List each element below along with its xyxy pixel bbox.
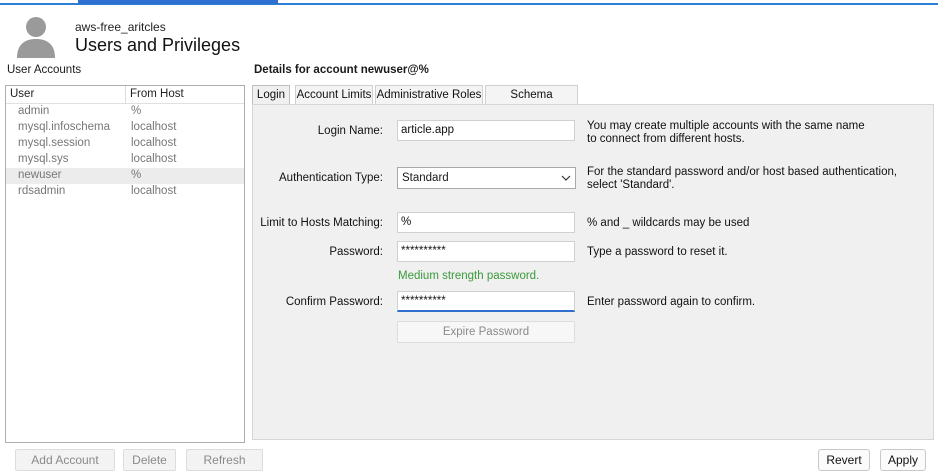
user-accounts-list[interactable]: User From Host admin % mysql.infoschema … — [5, 85, 245, 443]
apply-button[interactable]: Apply — [880, 449, 926, 471]
user-row[interactable]: mysql.sys localhost — [6, 152, 244, 168]
user-host: localhost — [131, 153, 177, 165]
page-title: Users and Privileges — [75, 35, 241, 55]
user-host: % — [131, 105, 142, 117]
user-list-header: User From Host — [6, 86, 244, 104]
tab-administrative-roles[interactable]: Administrative Roles — [375, 85, 483, 105]
user-host: localhost — [131, 185, 177, 197]
auth-type-hint: For the standard password and/or host ba… — [587, 166, 917, 192]
login-panel — [252, 104, 934, 440]
hint-line: select 'Standard'. — [587, 179, 675, 191]
refresh-button[interactable]: Refresh — [186, 449, 263, 471]
tab-account-limits[interactable]: Account Limits — [295, 85, 373, 105]
expire-password-button[interactable]: Expire Password — [397, 321, 575, 343]
user-name: admin — [18, 105, 50, 117]
connection-name: aws-free_aritcles — [75, 20, 166, 34]
add-account-button[interactable]: Add Account — [15, 449, 115, 471]
login-name-label: Login Name: — [317, 125, 383, 137]
auth-type-label: Authentication Type: — [279, 172, 383, 184]
tab-login[interactable]: Login — [252, 85, 290, 106]
details-title: Details for account newuser@% — [254, 64, 429, 76]
user-name: rdsadmin — [18, 185, 66, 197]
user-row[interactable]: mysql.session localhost — [6, 136, 244, 152]
user-row[interactable]: admin % — [6, 104, 244, 120]
hint-line: to connect from different hosts. — [587, 133, 745, 145]
confirm-password-hint: Enter password again to confirm. — [587, 296, 756, 308]
password-strength-text: Medium strength password. — [398, 270, 540, 282]
delete-account-button[interactable]: Delete — [123, 449, 176, 471]
login-name-input[interactable]: article.app — [397, 120, 575, 141]
user-name: mysql.session — [18, 137, 91, 149]
active-editor-tab-indicator — [78, 0, 278, 4]
confirm-password-label: Confirm Password: — [285, 296, 383, 308]
hosts-hint: % and _ wildcards may be used — [587, 217, 750, 229]
hint-line: For the standard password and/or host ba… — [587, 166, 898, 178]
password-label: Password: — [329, 246, 383, 258]
user-avatar-icon — [17, 17, 55, 58]
user-row[interactable]: rdsadmin localhost — [6, 184, 244, 200]
revert-button[interactable]: Revert — [818, 449, 870, 471]
column-header-user[interactable]: User — [10, 88, 34, 100]
user-name: newuser — [18, 169, 62, 181]
user-host: % — [131, 169, 142, 181]
user-name: mysql.infoschema — [18, 121, 111, 133]
chevron-down-icon — [561, 175, 571, 181]
tab-schema-privileges[interactable]: Schema Privileges — [485, 85, 578, 120]
password-hint: Type a password to reset it. — [587, 246, 728, 258]
user-host: localhost — [131, 121, 177, 133]
password-input[interactable]: ********** — [397, 241, 575, 262]
user-name: mysql.sys — [18, 153, 69, 165]
auth-type-select[interactable]: Standard — [397, 167, 576, 189]
auth-type-value: Standard — [402, 172, 449, 184]
confirm-password-input[interactable]: ********** — [397, 291, 575, 312]
column-header-from-host[interactable]: From Host — [130, 88, 184, 100]
user-host: localhost — [131, 137, 177, 149]
user-accounts-label: User Accounts — [7, 64, 82, 76]
hosts-input[interactable]: % — [397, 212, 575, 233]
hint-line: You may create multiple accounts with th… — [587, 120, 865, 132]
hosts-label: Limit to Hosts Matching: — [260, 217, 383, 229]
login-name-hint: You may create multiple accounts with th… — [587, 120, 917, 146]
